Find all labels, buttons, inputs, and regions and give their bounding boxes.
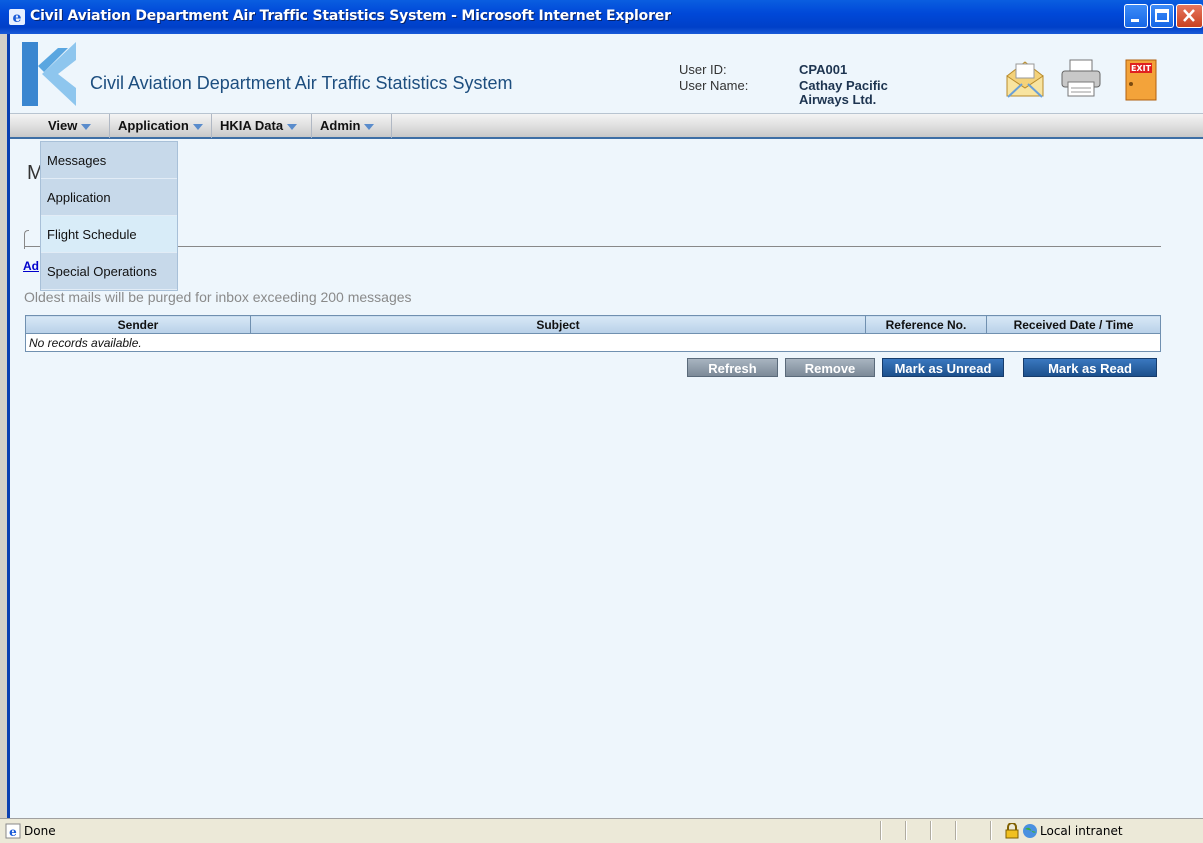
user-id-value: CPA001 — [799, 62, 848, 77]
print-icon[interactable] — [1059, 58, 1103, 98]
close-icon[interactable] — [1176, 4, 1203, 28]
table-header-row: Sender Subject Reference No. Received Da… — [25, 315, 1161, 334]
window-title: Civil Aviation Department Air Traffic St… — [30, 8, 671, 24]
purge-notice: Oldest mails will be purged for inbox ex… — [24, 289, 412, 305]
mail-icon[interactable] — [1004, 56, 1046, 100]
table-row: No records available. — [25, 333, 1161, 352]
exit-sign-text: EXIT — [1131, 64, 1152, 73]
title-bar[interactable]: e Civil Aviation Department Air Traffic … — [0, 0, 1203, 34]
mark-read-button[interactable]: Mark as Read — [1023, 358, 1157, 377]
menu-hkia-data-label: HKIA Data — [220, 118, 284, 133]
menu-admin[interactable]: Admin — [312, 114, 392, 138]
menu-application-label: Application — [118, 118, 189, 133]
menu-application[interactable]: Application — [110, 114, 212, 138]
user-name-value-line1: Cathay Pacific — [799, 78, 888, 93]
refresh-button[interactable]: Refresh — [687, 358, 778, 377]
status-divider — [905, 821, 907, 840]
messages-table: Sender Subject Reference No. Received Da… — [25, 315, 1161, 352]
cad-logo — [22, 42, 76, 106]
browser-window: e Civil Aviation Department Air Traffic … — [0, 0, 1203, 843]
mark-unread-button[interactable]: Mark as Unread — [882, 358, 1004, 377]
svg-text:e: e — [9, 825, 17, 839]
dropdown-item-messages[interactable]: Messages — [41, 142, 177, 179]
app-title: Civil Aviation Department Air Traffic St… — [90, 73, 513, 93]
status-text: Done — [24, 824, 56, 838]
menu-hkia-data[interactable]: HKIA Data — [212, 114, 312, 138]
status-divider — [930, 821, 932, 840]
ie-icon: e — [9, 9, 25, 26]
lock-icon — [1005, 823, 1019, 839]
maximize-icon[interactable] — [1150, 4, 1174, 28]
remove-button[interactable]: Remove — [785, 358, 875, 377]
user-name-value-line2: Airways Ltd. — [799, 92, 877, 107]
chevron-down-icon — [364, 123, 375, 130]
empty-state-text: No records available. — [25, 333, 1161, 352]
user-name-label: User Name: — [679, 78, 749, 93]
dropdown-item-special-operations[interactable]: Special Operations — [41, 253, 177, 290]
ie-page-icon: e — [5, 823, 21, 839]
chevron-down-icon — [192, 123, 203, 130]
tab-divider — [24, 246, 1161, 247]
status-divider — [990, 821, 992, 840]
dropdown-item-flight-schedule[interactable]: Flight Schedule — [41, 216, 177, 253]
main-menu-bar: View Application HKIA Data Admin — [10, 113, 1203, 139]
minimize-icon[interactable] — [1124, 4, 1148, 28]
user-id-label: User ID: — [679, 62, 727, 77]
dropdown-item-application[interactable]: Application — [41, 179, 177, 216]
column-header-sender[interactable]: Sender — [25, 315, 251, 334]
chevron-down-icon — [287, 123, 298, 130]
menu-view-label: View — [48, 118, 78, 133]
security-zone-text: Local intranet — [1040, 824, 1123, 838]
menu-admin-label: Admin — [320, 118, 361, 133]
status-divider — [880, 821, 882, 840]
column-header-reference[interactable]: Reference No. — [865, 315, 987, 334]
view-dropdown-menu: Messages Application Flight Schedule Spe… — [40, 141, 178, 291]
chevron-down-icon — [81, 123, 92, 130]
column-header-subject[interactable]: Subject — [250, 315, 866, 334]
page-content: Civil Aviation Department Air Traffic St… — [7, 34, 1203, 818]
exit-icon[interactable]: EXIT — [1123, 58, 1159, 102]
add-link[interactable]: Ad — [23, 259, 39, 273]
intranet-globe-icon — [1023, 824, 1037, 838]
app-header: Civil Aviation Department Air Traffic St… — [10, 34, 1203, 113]
svg-text:e: e — [13, 10, 22, 26]
menu-view[interactable]: View — [40, 114, 110, 138]
status-bar: e Done Local intranet — [0, 818, 1203, 843]
status-divider — [955, 821, 957, 840]
column-header-received[interactable]: Received Date / Time — [986, 315, 1161, 334]
